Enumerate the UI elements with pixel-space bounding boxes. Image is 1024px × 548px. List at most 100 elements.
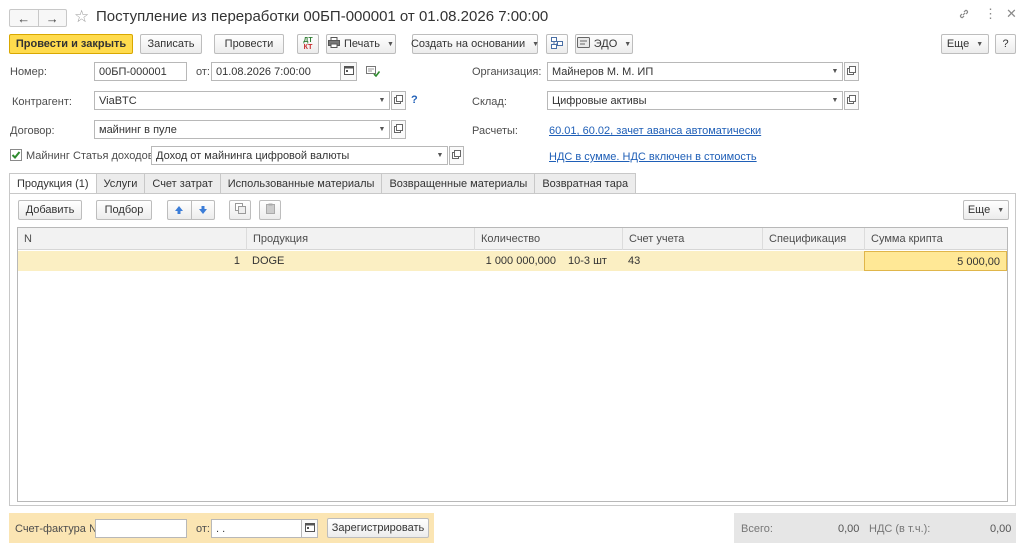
products-table: N Продукция Количество Счет учета Специф…: [17, 227, 1008, 502]
column-header-specification[interactable]: Спецификация: [762, 228, 864, 250]
edo-icon: [576, 37, 590, 51]
chevron-down-icon[interactable]: ▼: [433, 147, 447, 164]
table-more-button[interactable]: Еще ▼: [963, 200, 1009, 220]
structure-button[interactable]: [546, 34, 568, 54]
move-up-icon[interactable]: [168, 205, 191, 215]
dt-kt-icon: ДТ КТ: [303, 37, 313, 51]
counterparty-field[interactable]: ViaBTC ▼: [94, 91, 390, 110]
number-label: Номер:: [10, 66, 47, 78]
row-number-cell[interactable]: 1: [18, 251, 246, 271]
chevron-down-icon[interactable]: ▼: [375, 92, 389, 109]
income-item-open-button[interactable]: [449, 146, 464, 165]
save-button[interactable]: Записать: [140, 34, 202, 54]
counterparty-help-icon[interactable]: ?: [411, 94, 418, 106]
tab-services[interactable]: Услуги: [96, 173, 146, 194]
chevron-down-icon: ▼: [976, 40, 984, 48]
open-form-icon: [452, 149, 461, 162]
column-header-crypto-amount[interactable]: Сумма крипта: [864, 228, 1007, 250]
copy-row-button[interactable]: [229, 200, 251, 220]
settlements-label: Расчеты:: [472, 125, 518, 137]
column-header-account[interactable]: Счет учета: [622, 228, 762, 250]
chevron-down-icon[interactable]: ▼: [828, 63, 842, 80]
tab-returnable-packaging[interactable]: Возвратная тара: [535, 173, 637, 194]
organization-open-button[interactable]: [844, 62, 859, 81]
column-header-n[interactable]: N: [18, 228, 246, 250]
document-structure-icon: [551, 36, 563, 52]
tab-returned-materials[interactable]: Возвращенные материалы: [382, 173, 536, 194]
counterparty-check-icon[interactable]: [366, 66, 381, 80]
vat-total-label: НДС (в т.ч.):: [869, 523, 931, 535]
edo-button[interactable]: ЭДО ▼: [575, 34, 633, 54]
contract-open-button[interactable]: [391, 120, 406, 139]
history-nav: ← →: [9, 9, 67, 27]
invoice-number-field[interactable]: [95, 519, 187, 538]
specification-cell[interactable]: [762, 251, 864, 271]
warehouse-field[interactable]: Цифровые активы ▼: [547, 91, 843, 110]
table-row[interactable]: 1 DOGE 1 000 000,000 10-3 шт 43 5 000,00: [18, 251, 1007, 271]
calendar-icon: [343, 65, 354, 78]
tab-used-materials[interactable]: Использованные материалы: [220, 173, 383, 194]
chevron-down-icon: ▼: [624, 40, 632, 48]
contract-field[interactable]: майнинг в пуле ▼: [94, 120, 390, 139]
number-field[interactable]: 00БП-000001: [94, 62, 187, 81]
add-row-button[interactable]: Добавить: [18, 200, 82, 220]
vat-total-value: 0,00: [990, 523, 1012, 535]
quantity-cell[interactable]: 1 000 000,000: [450, 251, 562, 271]
tab-products[interactable]: Продукция (1): [9, 173, 97, 194]
chevron-down-icon: ▼: [532, 40, 540, 48]
printer-icon: [328, 37, 340, 51]
open-form-icon: [394, 123, 403, 136]
account-cell[interactable]: 43: [622, 251, 762, 271]
more-button[interactable]: Еще ▼: [941, 34, 989, 54]
invoice-calendar-button[interactable]: [301, 519, 318, 538]
column-header-product[interactable]: Продукция: [246, 228, 474, 250]
invoice-date-field[interactable]: . .: [211, 519, 302, 538]
income-item-field[interactable]: Доход от майнинга цифровой валюты ▼: [151, 146, 448, 165]
chevron-down-icon[interactable]: ▼: [375, 121, 389, 138]
link-icon[interactable]: [958, 8, 970, 23]
post-and-close-button[interactable]: Провести и закрыть: [9, 34, 133, 54]
organization-label: Организация:: [472, 66, 542, 78]
tab-cost-account[interactable]: Счет затрат: [145, 173, 221, 194]
table-header: N Продукция Количество Счет учета Специф…: [18, 228, 1007, 250]
favorite-star-icon[interactable]: ☆: [74, 7, 89, 27]
product-cell[interactable]: DOGE: [246, 251, 450, 271]
settlements-link[interactable]: 60.01, 60.02, зачет аванса автоматически: [549, 125, 761, 137]
move-down-icon[interactable]: [190, 201, 215, 219]
help-button[interactable]: ?: [995, 34, 1016, 54]
date-field[interactable]: 01.08.2026 7:00:00: [211, 62, 341, 81]
mining-checkbox[interactable]: [10, 149, 22, 161]
mining-label: Майнинг: [26, 150, 70, 162]
chevron-down-icon: ▼: [997, 206, 1005, 214]
window-title: Поступление из переработки 00БП-000001 о…: [96, 8, 549, 25]
counterparty-open-button[interactable]: [391, 91, 406, 110]
print-button[interactable]: Печать ▼: [326, 34, 396, 54]
copy-icon: [234, 203, 246, 217]
pick-button[interactable]: Подбор: [96, 200, 152, 220]
chevron-down-icon[interactable]: ▼: [828, 92, 842, 109]
dt-kt-button[interactable]: ДТ КТ: [297, 34, 319, 54]
close-icon[interactable]: ✕: [1006, 6, 1017, 22]
warehouse-open-button[interactable]: [844, 91, 859, 110]
column-header-quantity[interactable]: Количество: [474, 228, 622, 250]
register-button[interactable]: Зарегистрировать: [327, 518, 429, 538]
create-based-on-button[interactable]: Создать на основании ▼: [411, 34, 540, 54]
back-arrow-icon[interactable]: ←: [10, 10, 38, 26]
counterparty-label: Контрагент:: [12, 96, 72, 108]
date-from-label: от:: [196, 66, 210, 78]
organization-field[interactable]: Майнеров М. М. ИП ▼: [547, 62, 843, 81]
post-button[interactable]: Провести: [214, 34, 284, 54]
open-form-icon: [394, 94, 403, 107]
tab-bar: Продукция (1) Услуги Счет затрат Использ…: [9, 173, 637, 194]
income-item-label: Статья доходов:: [73, 150, 157, 162]
warehouse-label: Склад:: [472, 96, 507, 108]
paste-row-button[interactable]: [259, 200, 281, 220]
forward-arrow-icon[interactable]: →: [37, 10, 67, 26]
move-buttons: [167, 200, 215, 220]
calendar-button[interactable]: [340, 62, 357, 81]
more-vertical-icon[interactable]: ⋮: [984, 6, 997, 22]
vat-link[interactable]: НДС в сумме. НДС включен в стоимость: [549, 151, 757, 163]
unit-cell[interactable]: 10-3 шт: [562, 251, 622, 271]
crypto-amount-cell[interactable]: 5 000,00: [864, 251, 1007, 271]
calendar-icon: [304, 522, 315, 535]
